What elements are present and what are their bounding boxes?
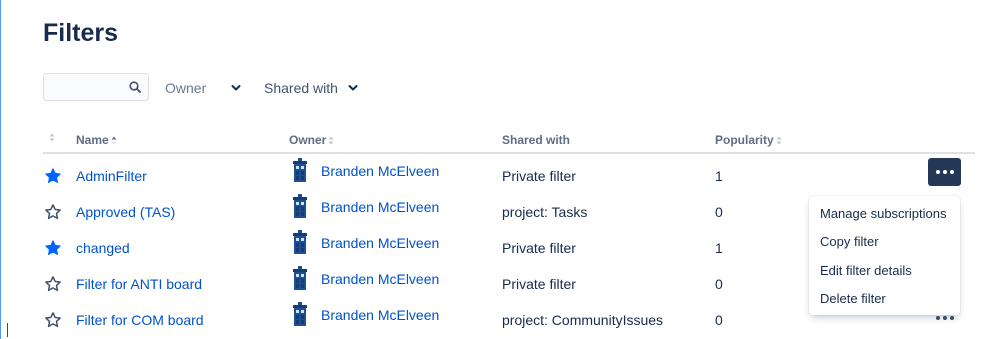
- more-horizontal-icon: [935, 170, 940, 174]
- column-header-owner-label: Owner: [289, 133, 327, 147]
- column-header-name[interactable]: Name: [76, 133, 117, 147]
- more-dot: [949, 170, 954, 174]
- owner-dropdown[interactable]: Owner: [165, 80, 241, 96]
- column-header-name-label: Name: [76, 133, 109, 147]
- shared-with-value: project: CommunityIssues: [502, 312, 664, 328]
- table-header-divider: [43, 152, 975, 154]
- owner-name-link[interactable]: Branden McElveen: [321, 163, 439, 179]
- column-header-shared-with: Shared with: [502, 133, 570, 147]
- popularity-value: 0: [715, 312, 723, 328]
- tardis-avatar-icon: [293, 230, 307, 254]
- owner-name-link[interactable]: Branden McElveen: [321, 271, 439, 287]
- search-icon[interactable]: [129, 81, 141, 93]
- search-input[interactable]: [50, 78, 130, 98]
- menu-item-copy-filter[interactable]: Copy filter: [820, 234, 879, 249]
- column-header-popularity[interactable]: Popularity: [715, 133, 782, 147]
- shared-with-value: project: Tasks: [502, 204, 588, 220]
- row-actions-button[interactable]: [928, 158, 961, 186]
- tardis-avatar-icon: [293, 302, 307, 326]
- owner-name-link[interactable]: Branden McElveen: [321, 235, 439, 251]
- page-title: Filters: [43, 19, 119, 47]
- filter-actions-menu: Manage subscriptions Copy filter Edit fi…: [809, 196, 960, 315]
- popularity-value: 1: [715, 240, 723, 256]
- sort-icon: [328, 136, 334, 144]
- star-filled-icon[interactable]: [44, 167, 62, 185]
- owner-name-link[interactable]: Branden McElveen: [321, 307, 439, 323]
- star-column-sort[interactable]: [47, 133, 55, 142]
- popularity-value: 0: [715, 204, 723, 220]
- shared-with-value: Private filter: [502, 168, 576, 184]
- shared-with-value: Private filter: [502, 240, 576, 256]
- sort-icon: [776, 136, 782, 144]
- table-row: AdminFilter Branden McElveen Private fil…: [0, 156, 999, 192]
- filter-name-link[interactable]: Filter for ANTI board: [76, 276, 202, 292]
- filter-name-link[interactable]: Approved (TAS): [76, 204, 175, 220]
- menu-item-edit-filter-details[interactable]: Edit filter details: [820, 263, 912, 278]
- search-field[interactable]: [43, 73, 149, 101]
- owner-dropdown-label: Owner: [165, 80, 207, 96]
- filter-name-link[interactable]: changed: [76, 240, 130, 256]
- owner-name-link[interactable]: Branden McElveen: [321, 199, 439, 215]
- more-horizontal-icon: [936, 316, 940, 320]
- more-dot: [950, 316, 954, 320]
- more-dot: [942, 170, 947, 174]
- column-header-popularity-label: Popularity: [715, 133, 774, 147]
- star-outline-icon[interactable]: [44, 203, 62, 221]
- filter-name-link[interactable]: AdminFilter: [76, 168, 147, 184]
- more-dot: [943, 316, 947, 320]
- chevron-down-icon: [348, 85, 358, 91]
- tardis-avatar-icon: [293, 158, 307, 182]
- filter-name-link[interactable]: Filter for COM board: [76, 312, 204, 328]
- column-header-shared-with-label: Shared with: [502, 133, 571, 147]
- menu-item-manage-subscriptions[interactable]: Manage subscriptions: [820, 206, 946, 221]
- sort-icon: [49, 133, 55, 142]
- star-outline-icon[interactable]: [44, 275, 62, 293]
- chevron-down-icon: [231, 85, 241, 91]
- column-header-owner[interactable]: Owner: [289, 133, 334, 147]
- tardis-avatar-icon: [293, 194, 307, 218]
- star-outline-icon[interactable]: [44, 311, 62, 329]
- shared-with-dropdown[interactable]: Shared with: [264, 80, 358, 96]
- sort-ascending-icon: [111, 136, 117, 144]
- shared-with-value: Private filter: [502, 276, 576, 292]
- tardis-avatar-icon: [293, 266, 307, 290]
- popularity-value: 1: [715, 168, 723, 184]
- star-filled-icon[interactable]: [44, 239, 62, 257]
- popularity-value: 0: [715, 276, 723, 292]
- menu-item-delete-filter[interactable]: Delete filter: [820, 291, 886, 306]
- shared-with-dropdown-label: Shared with: [264, 80, 338, 96]
